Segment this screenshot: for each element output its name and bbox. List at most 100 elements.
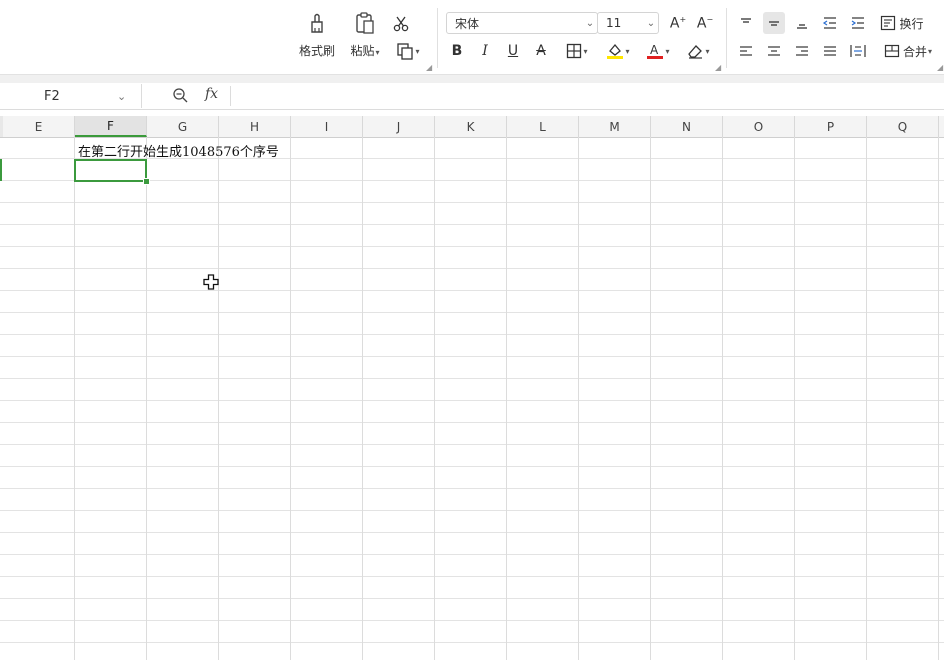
font-name-value: 宋体 <box>455 16 480 31</box>
copy-icon <box>397 43 414 60</box>
fill-handle[interactable] <box>143 178 150 185</box>
font-decrease-icon: A− <box>696 14 714 32</box>
chevron-down-icon: ▾ <box>928 46 933 56</box>
align-top-button[interactable] <box>735 12 757 34</box>
paste-button[interactable]: 粘贴▾ <box>345 10 385 59</box>
ribbon-toolbar: 格式刷 粘贴▾ ▾ ◢ 宋体 ⌄ 11 ⌄ A+ A− B I U A ▾ ▾ <box>0 0 944 76</box>
font-color-icon: A <box>647 43 664 59</box>
active-row-indicator <box>0 159 2 181</box>
name-box-value: F2 <box>44 88 60 104</box>
italic-button[interactable]: I <box>474 40 496 62</box>
italic-icon: I <box>482 43 488 59</box>
align-center-button[interactable] <box>763 40 785 62</box>
spreadsheet-grid: EFGHIJKLMNOPQ <box>0 116 944 660</box>
align-right-button[interactable] <box>791 40 813 62</box>
justify-button[interactable] <box>819 40 841 62</box>
format-painter-icon <box>304 10 330 36</box>
justify-icon <box>824 46 836 56</box>
distribute-button[interactable] <box>847 40 869 62</box>
cut-button[interactable] <box>389 12 413 36</box>
column-header-f[interactable]: F <box>75 116 147 137</box>
zoom-icon[interactable] <box>172 87 188 107</box>
increase-indent-button[interactable] <box>847 12 869 34</box>
font-launcher-icon[interactable]: ◢ <box>715 63 721 72</box>
column-header-j[interactable]: J <box>363 116 435 137</box>
format-painter-button[interactable]: 格式刷 <box>297 10 337 59</box>
align-middle-button[interactable] <box>763 12 785 34</box>
column-header-h[interactable]: H <box>219 116 291 137</box>
cell-f1-text: 在第二行开始生成1048576个序号 <box>78 145 279 160</box>
chevron-down-icon: ▾ <box>415 46 420 56</box>
bold-icon: B <box>451 43 463 59</box>
bold-button[interactable]: B <box>446 40 468 62</box>
merge-label: 合并 <box>902 44 927 59</box>
formula-tools: fx <box>150 86 231 106</box>
strikethrough-button[interactable]: A <box>530 40 552 62</box>
formula-bar: F2 ⌄ fx <box>0 83 944 110</box>
chevron-down-icon: ⌄ <box>646 17 656 29</box>
column-header-p[interactable]: P <box>795 116 867 137</box>
copy-button[interactable]: ▾ <box>391 40 425 62</box>
name-box[interactable]: F2 ⌄ <box>0 84 142 108</box>
chevron-down-icon: ▾ <box>583 46 588 56</box>
column-header-o[interactable]: O <box>723 116 795 137</box>
chevron-down-icon: ▾ <box>705 46 710 56</box>
underline-button[interactable]: U <box>502 40 524 62</box>
column-header-l[interactable]: L <box>507 116 579 137</box>
font-increase-icon: A+ <box>669 14 687 32</box>
alignment-launcher-icon[interactable]: ◢ <box>937 63 943 72</box>
increase-font-button[interactable]: A+ <box>667 12 689 34</box>
formula-input[interactable] <box>234 84 940 108</box>
ribbon-separator <box>0 74 944 83</box>
cell-area[interactable] <box>0 137 944 660</box>
chevron-down-icon: ▾ <box>665 46 670 56</box>
font-color-button[interactable]: A ▾ <box>641 40 675 62</box>
column-header-k[interactable]: K <box>435 116 507 137</box>
merge-button[interactable]: 合并 ▾ <box>877 40 939 62</box>
wrap-text-label: 换行 <box>899 16 924 31</box>
distribute-icon <box>850 45 866 57</box>
chevron-down-icon: ⌄ <box>117 89 127 103</box>
decrease-indent-button[interactable] <box>819 12 841 34</box>
selected-cell[interactable] <box>74 159 147 182</box>
wrap-text-icon <box>881 15 896 31</box>
font-size-select[interactable]: 11 ⌄ <box>597 12 659 34</box>
cell-cursor-icon <box>203 274 219 290</box>
align-bottom-button[interactable] <box>791 12 813 34</box>
align-center-icon <box>768 46 780 56</box>
merge-icon <box>884 44 900 58</box>
indent-icon <box>851 17 864 29</box>
underline-icon: U <box>507 43 519 59</box>
align-right-icon <box>796 46 808 56</box>
clear-format-button[interactable]: ▾ <box>681 40 715 62</box>
borders-button[interactable]: ▾ <box>560 40 594 62</box>
chevron-down-icon: ▾ <box>375 48 380 57</box>
divider <box>437 8 438 68</box>
function-icon[interactable]: fx <box>205 86 218 102</box>
eraser-icon <box>688 45 703 59</box>
wrap-text-button[interactable]: 换行 <box>877 12 927 34</box>
fill-color-button[interactable]: ▾ <box>601 40 635 62</box>
decrease-font-button[interactable]: A− <box>694 12 716 34</box>
align-middle-icon <box>769 21 779 26</box>
outdent-icon <box>822 17 836 29</box>
column-header-q[interactable]: Q <box>867 116 939 137</box>
align-left-icon <box>740 46 752 56</box>
font-size-value: 11 <box>606 16 622 30</box>
chevron-down-icon: ⌄ <box>585 17 595 29</box>
clipboard-launcher-icon[interactable]: ◢ <box>426 63 432 72</box>
format-painter-label: 格式刷 <box>298 44 335 58</box>
strikethrough-icon: A <box>536 43 546 59</box>
column-header-g[interactable]: G <box>147 116 219 137</box>
column-header-e[interactable]: E <box>3 116 75 137</box>
fill-color-icon <box>607 43 624 59</box>
column-header-n[interactable]: N <box>651 116 723 137</box>
paste-icon <box>352 10 378 36</box>
divider <box>726 8 727 68</box>
column-header-m[interactable]: M <box>579 116 651 137</box>
font-name-select[interactable]: 宋体 ⌄ <box>446 12 598 34</box>
paste-label: 粘贴 <box>350 44 375 58</box>
svg-text:A: A <box>650 43 659 57</box>
column-header-i[interactable]: I <box>291 116 363 137</box>
align-left-button[interactable] <box>735 40 757 62</box>
